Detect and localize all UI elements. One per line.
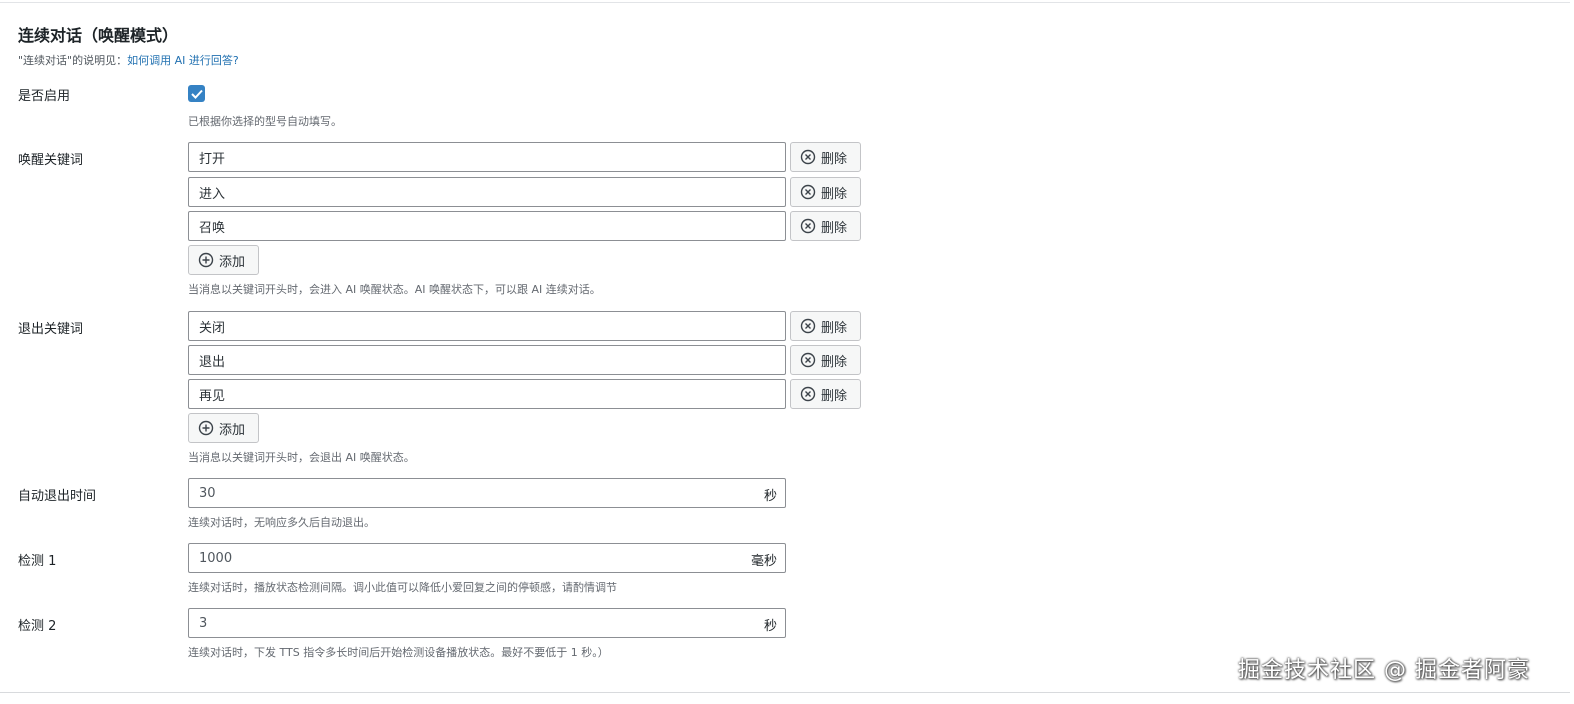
detect1-label: 检测 1 (18, 554, 57, 569)
section-description: "连续对话"的说明见：如何调用 AI 进行回答? (18, 52, 239, 68)
detect1-unit: 毫秒 (750, 554, 777, 569)
detect2-help: 连续对话时，下发 TTS 指令多长时间后开始检测设备播放状态。最好不要低于 1 … (188, 646, 609, 659)
delete-label: 删除 (821, 388, 848, 404)
delete-label: 删除 (821, 320, 848, 336)
plus-circle-icon (198, 420, 214, 436)
description-text: "连续对话"的说明见： (18, 54, 128, 67)
wake-delete-button[interactable]: 删除 (790, 211, 861, 241)
detect1-field: 毫秒 (188, 543, 786, 573)
detect2-input[interactable] (189, 609, 729, 637)
auto-exit-help: 连续对话时，无响应多久后自动退出。 (188, 516, 375, 529)
exit-delete-button[interactable]: 删除 (790, 311, 861, 341)
help-link[interactable]: 如何调用 AI 进行回答? (127, 54, 239, 67)
auto-exit-input[interactable] (189, 479, 729, 507)
enable-checkbox[interactable] (188, 85, 205, 102)
detect1-help: 连续对话时，播放状态检测间隔。调小此值可以降低小爱回复之间的停顿感，请酌情调节 (188, 581, 617, 594)
checkmark-icon (190, 89, 203, 99)
exit-keyword-input[interactable] (188, 379, 786, 409)
close-circle-icon (800, 149, 816, 165)
exit-keyword-input[interactable] (188, 311, 786, 341)
enable-help: 已根据你选择的型号自动填写。 (188, 115, 342, 128)
detect2-field: 秒 (188, 608, 786, 638)
close-circle-icon (800, 184, 816, 200)
wake-help: 当消息以关键词开头时，会进入 AI 唤醒状态。AI 唤醒状态下，可以跟 AI 连… (188, 283, 601, 296)
add-label: 添加 (219, 422, 246, 438)
exit-help: 当消息以关键词开头时，会退出 AI 唤醒状态。 (188, 451, 415, 464)
detect1-input[interactable] (189, 544, 729, 572)
auto-exit-label: 自动退出时间 (18, 489, 97, 504)
top-divider (0, 2, 1570, 3)
wake-add-button[interactable]: 添加 (188, 245, 259, 275)
delete-label: 删除 (821, 186, 848, 202)
section-title: 连续对话（唤醒模式） (18, 26, 179, 45)
exit-keyword-input[interactable] (188, 345, 786, 375)
close-circle-icon (800, 386, 816, 402)
close-circle-icon (800, 218, 816, 234)
delete-label: 删除 (821, 354, 848, 370)
wake-keyword-input[interactable] (188, 177, 786, 207)
plus-circle-icon (198, 252, 214, 268)
auto-exit-field: 秒 (188, 478, 786, 508)
bottom-divider (0, 692, 1570, 693)
exit-delete-button[interactable]: 删除 (790, 379, 861, 409)
wake-delete-button[interactable]: 删除 (790, 142, 861, 172)
wake-keyword-input[interactable] (188, 142, 786, 172)
wake-keywords-label: 唤醒关键词 (18, 153, 84, 168)
add-label: 添加 (219, 254, 246, 270)
delete-label: 删除 (821, 151, 848, 167)
exit-delete-button[interactable]: 删除 (790, 345, 861, 375)
auto-exit-unit: 秒 (763, 489, 777, 504)
detect2-label: 检测 2 (18, 619, 57, 634)
wake-delete-button[interactable]: 删除 (790, 177, 861, 207)
detect2-unit: 秒 (763, 619, 777, 634)
exit-add-button[interactable]: 添加 (188, 413, 259, 443)
close-circle-icon (800, 318, 816, 334)
wake-keyword-input[interactable] (188, 211, 786, 241)
close-circle-icon (800, 352, 816, 368)
watermark: 掘金技术社区 @ 掘金者阿豪 (1238, 658, 1530, 683)
enable-label: 是否启用 (18, 89, 71, 104)
delete-label: 删除 (821, 220, 848, 236)
exit-keywords-label: 退出关键词 (18, 322, 84, 337)
